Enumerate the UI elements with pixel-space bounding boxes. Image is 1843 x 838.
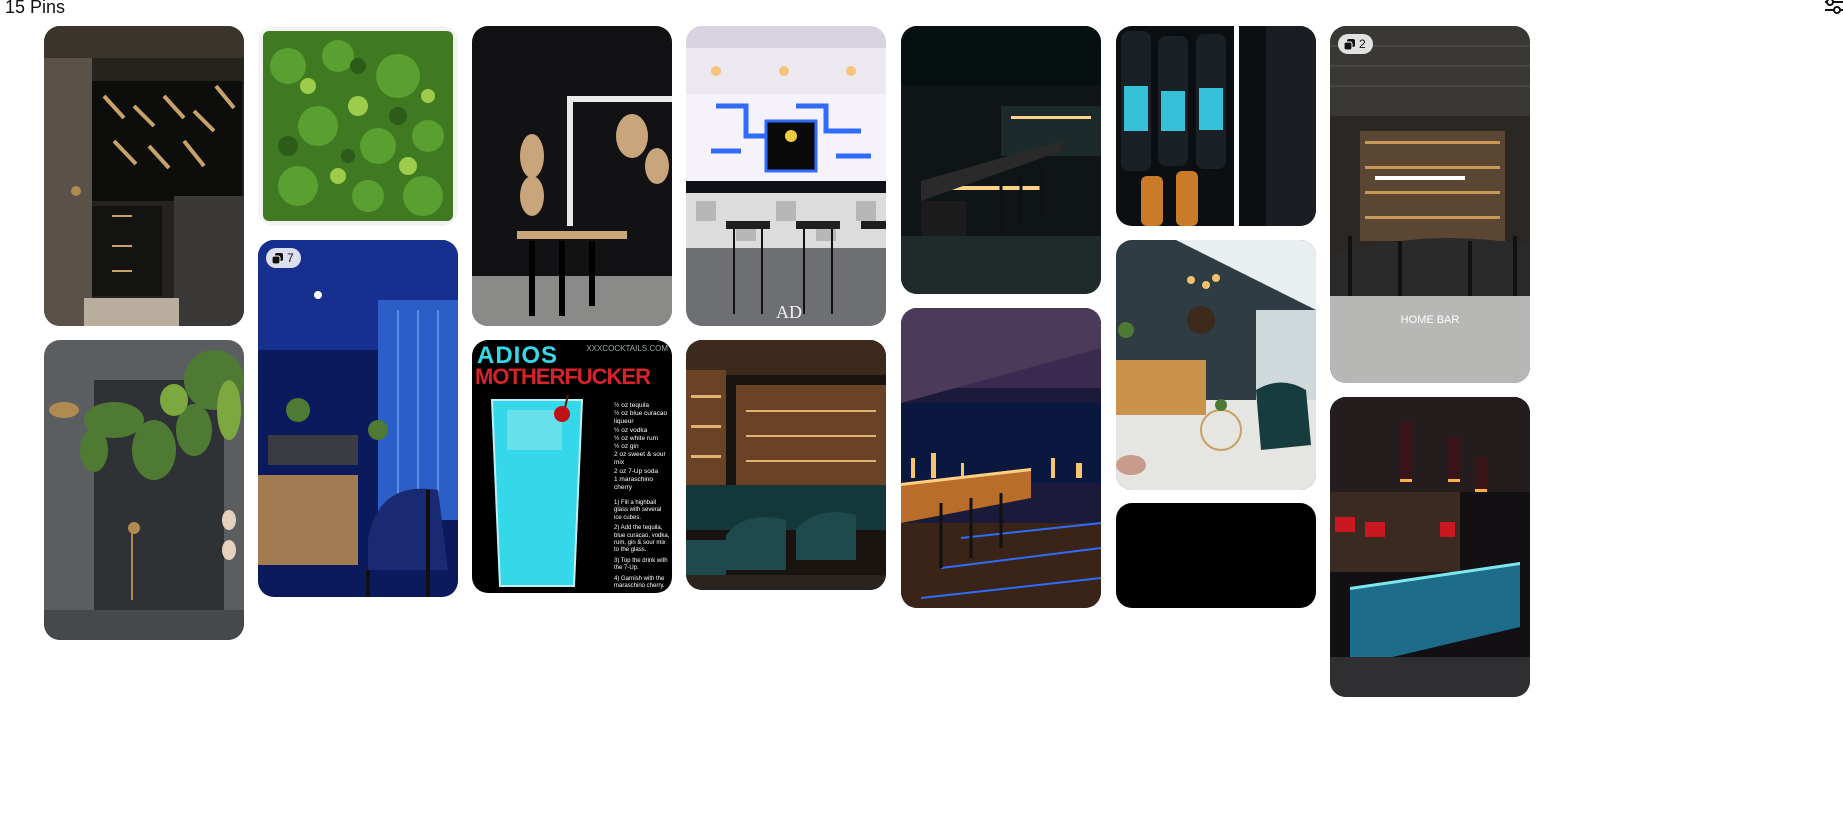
- stack-icon: [272, 252, 283, 264]
- ingredient-item: ½ oz blue curacao liqueur: [614, 410, 668, 426]
- brand-watermark: AD: [776, 302, 802, 322]
- stack-icon: [1344, 38, 1355, 50]
- pin-image: [1330, 397, 1530, 697]
- home-bar-caption: HOME BAR: [1400, 314, 1460, 326]
- pin-image: [686, 340, 886, 590]
- pin-image: [901, 26, 1101, 294]
- pin-wine-storage[interactable]: [44, 26, 244, 326]
- ingredient-item: ½ oz vodka: [614, 426, 648, 434]
- badge-count: 7: [287, 251, 294, 265]
- pin-image: [1116, 240, 1316, 490]
- ingredient-item: ½ oz tequila: [614, 402, 650, 409]
- pin-black-pin[interactable]: [1116, 503, 1316, 608]
- pin-arcade-bar[interactable]: AD: [686, 26, 886, 326]
- cocktail-glass-image: [490, 394, 584, 587]
- ingredients-list: ½ oz tequila ½ oz blue curacao liqueur ½…: [614, 402, 670, 492]
- pin-shower-plants[interactable]: [44, 340, 244, 640]
- pin-home-bar-warehouse[interactable]: HOME BAR 2: [1330, 26, 1530, 383]
- multi-image-badge: 2: [1338, 34, 1373, 54]
- pin-shelved-bar-stools[interactable]: [686, 340, 886, 590]
- pin-image: [44, 340, 244, 640]
- recipe-step: 3) Top the drink with the 7-Up.: [614, 557, 668, 572]
- pin-rooftop-bar-night[interactable]: [901, 308, 1101, 608]
- ingredient-item: 2 oz 7-Up soda: [614, 467, 659, 475]
- recipe-title-line2: MOTHERFUCKER: [475, 364, 651, 389]
- pin-bottles-fridge[interactable]: [1116, 26, 1316, 226]
- pin-blue-lit-bar[interactable]: [1330, 397, 1530, 697]
- pin-image: [44, 26, 244, 326]
- pin-image: [901, 308, 1101, 608]
- pin-image: [258, 240, 458, 597]
- multi-image-badge: 7: [266, 248, 301, 268]
- ingredient-item: ½ oz white rum: [614, 434, 659, 442]
- badge-count: 2: [1359, 37, 1366, 51]
- pin-image: [1330, 26, 1530, 383]
- pin-blue-restaurant[interactable]: 7: [258, 240, 458, 597]
- pin-image: [472, 26, 672, 326]
- pin-grid: 7 ADIOS XXXCOCKTAILS.COM MOTHERFUCKER ½ …: [0, 0, 1843, 838]
- ingredient-item: 1 maraschino cherry: [614, 475, 654, 492]
- recipe-step: 1) Fill a highball glass with several ic…: [614, 500, 662, 521]
- steps-list: 1) Fill a highball glass with several ic…: [614, 500, 670, 590]
- pin-image: [258, 26, 458, 226]
- pin-cocktail-recipe[interactable]: ADIOS XXXCOCKTAILS.COM MOTHERFUCKER ½ oz…: [472, 340, 672, 593]
- pin-dark-bar-lamps[interactable]: [472, 26, 672, 326]
- pin-image: [1116, 26, 1316, 226]
- pin-led-bar-night[interactable]: [901, 26, 1101, 294]
- pin-conservatory-lounge[interactable]: [1116, 240, 1316, 490]
- recipe-site: XXXCOCKTAILS.COM: [586, 344, 668, 353]
- ingredient-item: ½ oz gin: [614, 443, 639, 451]
- pin-image: [686, 26, 886, 326]
- recipe-step: 2) Add the tequila, blue curacao, vodka,…: [614, 525, 670, 554]
- ingredient-item: 2 oz sweet & sour mix: [614, 451, 666, 467]
- pin-green-wall[interactable]: [258, 26, 458, 226]
- recipe-step: 4) Garnish with the maraschino cherry.: [614, 575, 665, 590]
